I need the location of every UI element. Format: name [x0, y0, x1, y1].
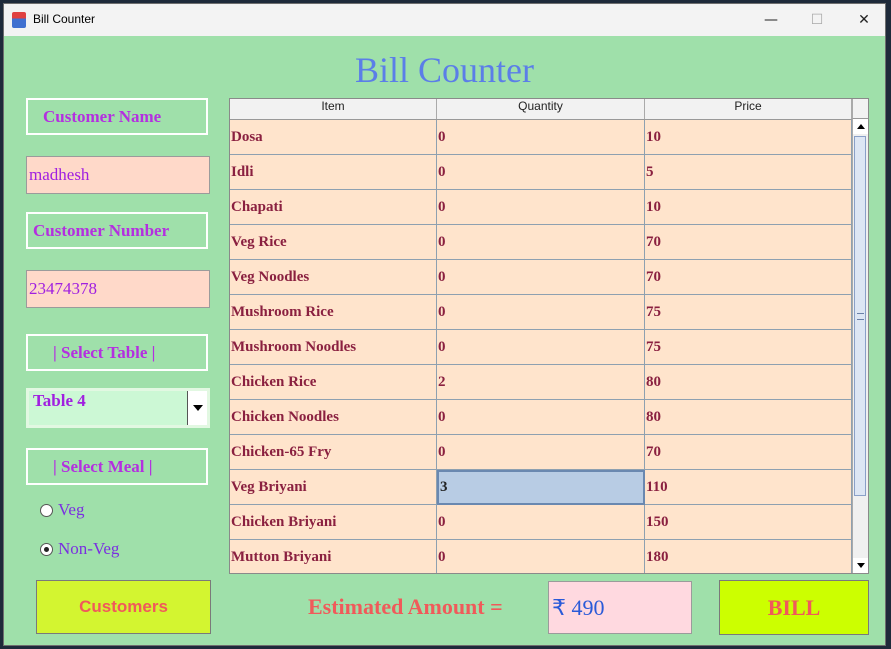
table-row[interactable]: Chapati 0 10: [230, 190, 852, 225]
cell-item[interactable]: Mutton Briyani: [230, 540, 437, 573]
cell-price[interactable]: 75: [645, 330, 852, 365]
cell-item[interactable]: Veg Briyani: [230, 470, 437, 505]
cell-quantity[interactable]: 0: [437, 190, 645, 225]
estimated-amount-label: Estimated Amount =: [308, 594, 503, 619]
cell-item[interactable]: Chicken Rice: [230, 365, 437, 400]
cell-price[interactable]: 80: [645, 365, 852, 400]
bill-button[interactable]: BILL: [719, 580, 869, 635]
minimize-button[interactable]: —: [748, 4, 794, 36]
table-row[interactable]: Veg Rice 0 70: [230, 225, 852, 260]
column-header-price[interactable]: Price: [645, 99, 852, 119]
cell-item[interactable]: Veg Rice: [230, 225, 437, 260]
cell-price[interactable]: 10: [645, 190, 852, 225]
customer-name-label: Customer Name: [26, 98, 208, 135]
cell-quantity[interactable]: 0: [437, 295, 645, 330]
cell-quantity[interactable]: 0: [437, 120, 645, 155]
table-row[interactable]: Mutton Briyani 0 180: [230, 540, 852, 573]
cell-item[interactable]: Mushroom Rice: [230, 295, 437, 330]
cell-quantity[interactable]: 2: [437, 365, 645, 400]
cell-quantity[interactable]: 0: [437, 435, 645, 470]
maximize-button[interactable]: ☐: [794, 4, 840, 36]
table-row[interactable]: Chicken Noodles 0 80: [230, 400, 852, 435]
table-row[interactable]: Mushroom Noodles 0 75: [230, 330, 852, 365]
cell-price[interactable]: 180: [645, 540, 852, 573]
table-row[interactable]: Chicken-65 Fry 0 70: [230, 435, 852, 470]
scrollbar-thumb[interactable]: [854, 136, 866, 496]
estimated-amount-field[interactable]: ₹ 490: [548, 581, 692, 634]
table-header-corner: [852, 99, 868, 119]
table-row[interactable]: Idli 0 5: [230, 155, 852, 190]
cell-quantity[interactable]: 0: [437, 155, 645, 190]
window-title: Bill Counter: [33, 12, 96, 26]
chevron-down-icon[interactable]: [187, 391, 207, 425]
grip-icon: [857, 313, 864, 320]
select-meal-label: | Select Meal |: [26, 448, 208, 485]
cell-quantity[interactable]: 0: [437, 330, 645, 365]
table-scrollbar[interactable]: [852, 119, 868, 573]
cell-price[interactable]: 70: [645, 435, 852, 470]
table-row[interactable]: Chicken Rice 2 80: [230, 365, 852, 400]
customer-name-input[interactable]: madhesh: [26, 156, 210, 194]
cell-price[interactable]: 70: [645, 260, 852, 295]
radio-selected-icon: [40, 542, 53, 556]
cell-price[interactable]: 150: [645, 505, 852, 540]
cell-price[interactable]: 5: [645, 155, 852, 190]
meal-radio-nonveg-label: Non-Veg: [58, 539, 120, 558]
table-header: Item Quantity Price: [230, 99, 852, 120]
cell-item[interactable]: Chicken Noodles: [230, 400, 437, 435]
cell-item[interactable]: Idli: [230, 155, 437, 190]
scroll-up-icon[interactable]: [853, 119, 868, 134]
meal-radio-nonveg[interactable]: Non-Veg: [40, 539, 119, 559]
meal-radio-veg[interactable]: Veg: [40, 500, 84, 520]
table-row[interactable]: Mushroom Rice 0 75: [230, 295, 852, 330]
column-header-item[interactable]: Item: [230, 99, 437, 119]
cell-quantity[interactable]: 3: [437, 470, 645, 505]
table-select-value: Table 4: [33, 391, 86, 410]
table-select[interactable]: Table 4: [26, 388, 210, 428]
radio-icon: [40, 503, 53, 517]
column-header-quantity[interactable]: Quantity: [437, 99, 645, 119]
customer-number-label: Customer Number: [26, 212, 208, 249]
customer-number-input[interactable]: 23474378: [26, 270, 210, 308]
cell-quantity[interactable]: 0: [437, 540, 645, 573]
cell-price[interactable]: 110: [645, 470, 852, 505]
cell-item[interactable]: Veg Noodles: [230, 260, 437, 295]
table-body: Dosa 0 10 Idli 0 5 Chapati 0 10 Veg Rice 0 70 Veg No…: [230, 120, 852, 573]
menu-table: Item Quantity Price Dosa 0 10 Idli 0 5 Chapati…: [229, 98, 869, 574]
select-table-label: | Select Table |: [26, 334, 208, 371]
cell-item[interactable]: Chapati: [230, 190, 437, 225]
cell-quantity[interactable]: 0: [437, 260, 645, 295]
cell-item[interactable]: Chicken Briyani: [230, 505, 437, 540]
customers-button[interactable]: Customers: [36, 580, 211, 634]
cell-quantity[interactable]: 0: [437, 505, 645, 540]
cell-item[interactable]: Chicken-65 Fry: [230, 435, 437, 470]
cell-item[interactable]: Dosa: [230, 120, 437, 155]
cell-price[interactable]: 75: [645, 295, 852, 330]
table-row[interactable]: Chicken Briyani 0 150: [230, 505, 852, 540]
cell-quantity[interactable]: 0: [437, 225, 645, 260]
bill-counter-window: Bill Counter — ☐ ✕ Bill Counter Customer…: [3, 3, 886, 646]
table-row[interactable]: Veg Briyani 3 110: [230, 470, 852, 505]
cell-price[interactable]: 70: [645, 225, 852, 260]
page-title: Bill Counter: [355, 50, 534, 90]
title-bar: Bill Counter — ☐ ✕: [4, 4, 885, 36]
cell-item[interactable]: Mushroom Noodles: [230, 330, 437, 365]
scroll-down-icon[interactable]: [853, 558, 868, 573]
java-app-icon: [12, 12, 26, 28]
cell-quantity[interactable]: 0: [437, 400, 645, 435]
meal-radio-veg-label: Veg: [58, 500, 85, 519]
cell-price[interactable]: 80: [645, 400, 852, 435]
table-row[interactable]: Dosa 0 10: [230, 120, 852, 155]
table-row[interactable]: Veg Noodles 0 70: [230, 260, 852, 295]
cell-price[interactable]: 10: [645, 120, 852, 155]
close-button[interactable]: ✕: [841, 4, 887, 36]
